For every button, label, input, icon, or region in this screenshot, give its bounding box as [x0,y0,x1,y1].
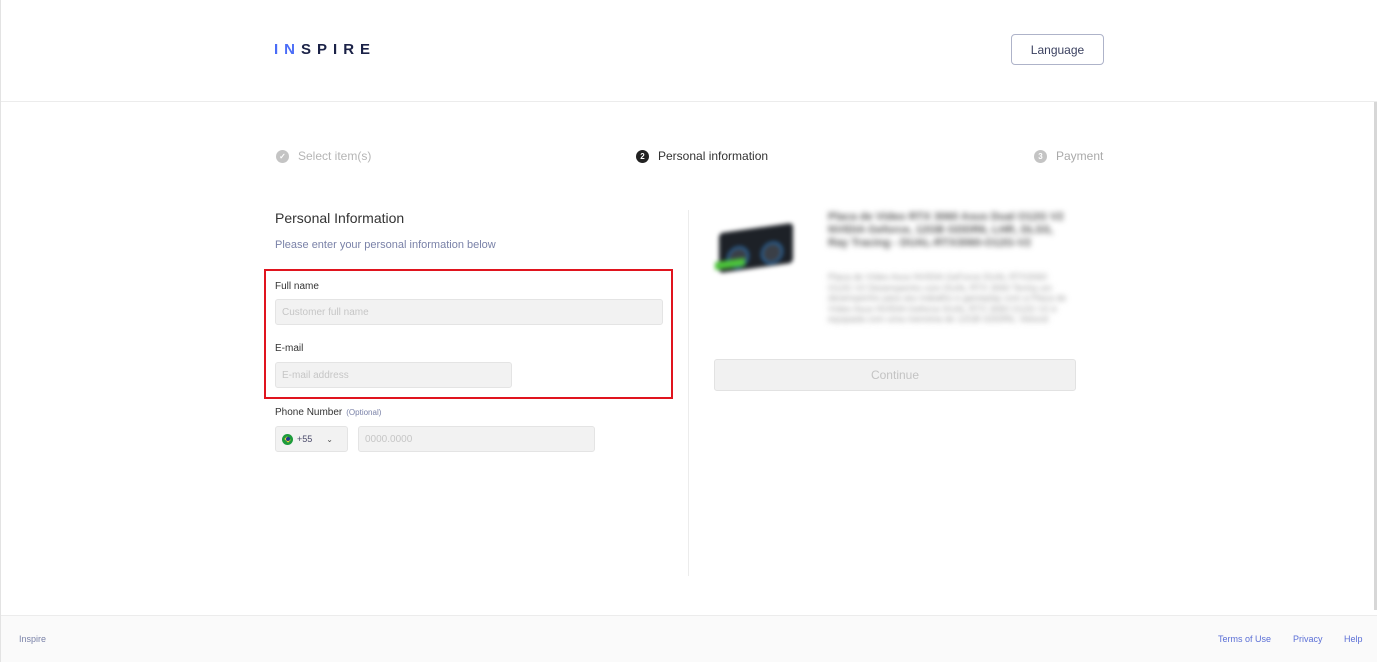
step-label: Personal information [658,149,769,163]
column-divider [688,210,689,576]
product-description: Placa de Vídeo Asus NVIDIA GeForce DUAL … [828,272,1067,324]
email-label: E-mail [275,343,304,354]
checkout-page: INSPIRE Language ✓ Select item(s) 2 Pers… [0,0,1377,662]
phone-label-text: Phone Number [275,407,343,418]
inspire-logo[interactable]: INSPIRE [274,41,376,58]
check-icon: ✓ [276,149,289,163]
email-input[interactable] [275,362,512,388]
step-select-items[interactable]: ✓ Select item(s) [276,149,371,163]
language-button[interactable]: Language [1011,34,1104,65]
full-name-label: Full name [275,281,319,292]
product-image [715,220,797,280]
step-label: Payment [1056,149,1104,163]
optional-tag: (Optional) [346,408,382,417]
logo-letter-n: N [284,41,302,58]
step-number-badge: 2 [636,149,649,163]
chevron-down-icon: ⌄ [326,434,333,444]
section-subtitle: Please enter your personal information b… [275,239,496,251]
step-personal-information: 2 Personal information [636,149,768,163]
logo-letter-i: I [274,41,285,58]
country-code-select[interactable]: +55 ⌄ [275,426,348,452]
privacy-link[interactable]: Privacy [1293,634,1323,644]
step-payment: 3 Payment [1034,149,1103,163]
fan-icon [761,240,783,266]
help-link[interactable]: Help [1344,634,1363,644]
section-title: Personal Information [275,210,405,226]
terms-of-use-link[interactable]: Terms of Use [1218,634,1271,644]
phone-input[interactable] [358,426,595,452]
full-name-input[interactable] [275,299,663,325]
footer-brand: Inspire [19,634,47,644]
footer: Inspire Terms of Use Privacy Help [1,615,1377,662]
header: INSPIRE Language [1,0,1377,102]
product-title: Placa de Vídeo RTX 3060 Asus Dual O12G V… [828,211,1064,249]
logo-text: SPIRE [301,41,377,58]
step-label: Select item(s) [298,149,372,163]
phone-label: Phone Number (Optional) [275,407,381,418]
country-code-value: +55 [297,434,313,444]
continue-button[interactable]: Continue [714,359,1076,391]
step-number-badge: 3 [1034,149,1047,163]
brazil-flag-icon [282,433,293,445]
